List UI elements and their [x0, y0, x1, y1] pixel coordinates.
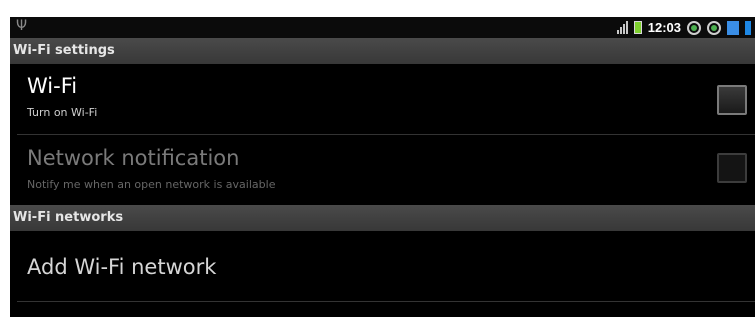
item-summary: Notify me when an open network is availa… [27, 178, 276, 191]
status-clock: 12:03 [647, 20, 681, 35]
signal-icon [616, 21, 628, 34]
sync-icon [687, 20, 701, 35]
item-title: Network notification [27, 146, 240, 170]
add-wifi-network-item[interactable]: Add Wi-Fi network [10, 231, 755, 301]
section-header-wifi-networks: Wi-Fi networks [10, 205, 755, 231]
status-bar: Ψ 12:03 [10, 17, 755, 38]
network-notification-checkbox[interactable] [717, 153, 747, 183]
wifi-toggle-item[interactable]: Wi-Fi Turn on Wi-Fi [10, 64, 755, 134]
list-divider [17, 301, 755, 302]
usb-icon: Ψ [16, 18, 28, 34]
status-icons: 12:03 [616, 17, 751, 38]
android-screen: Ψ 12:03 Wi-Fi settings Wi-Fi Turn on Wi-… [10, 17, 755, 317]
battery-icon [633, 21, 642, 34]
item-title: Add Wi-Fi network [27, 255, 217, 279]
item-summary: Turn on Wi-Fi [27, 106, 98, 119]
sync-icon-2 [707, 20, 721, 35]
section-header-wifi-settings: Wi-Fi settings [10, 38, 755, 64]
transfer-icon [745, 20, 751, 35]
wifi-checkbox[interactable] [717, 85, 747, 115]
network-notification-item[interactable]: Network notification Notify me when an o… [10, 135, 755, 205]
notification-icon [727, 20, 739, 35]
item-title: Wi-Fi [27, 74, 78, 98]
